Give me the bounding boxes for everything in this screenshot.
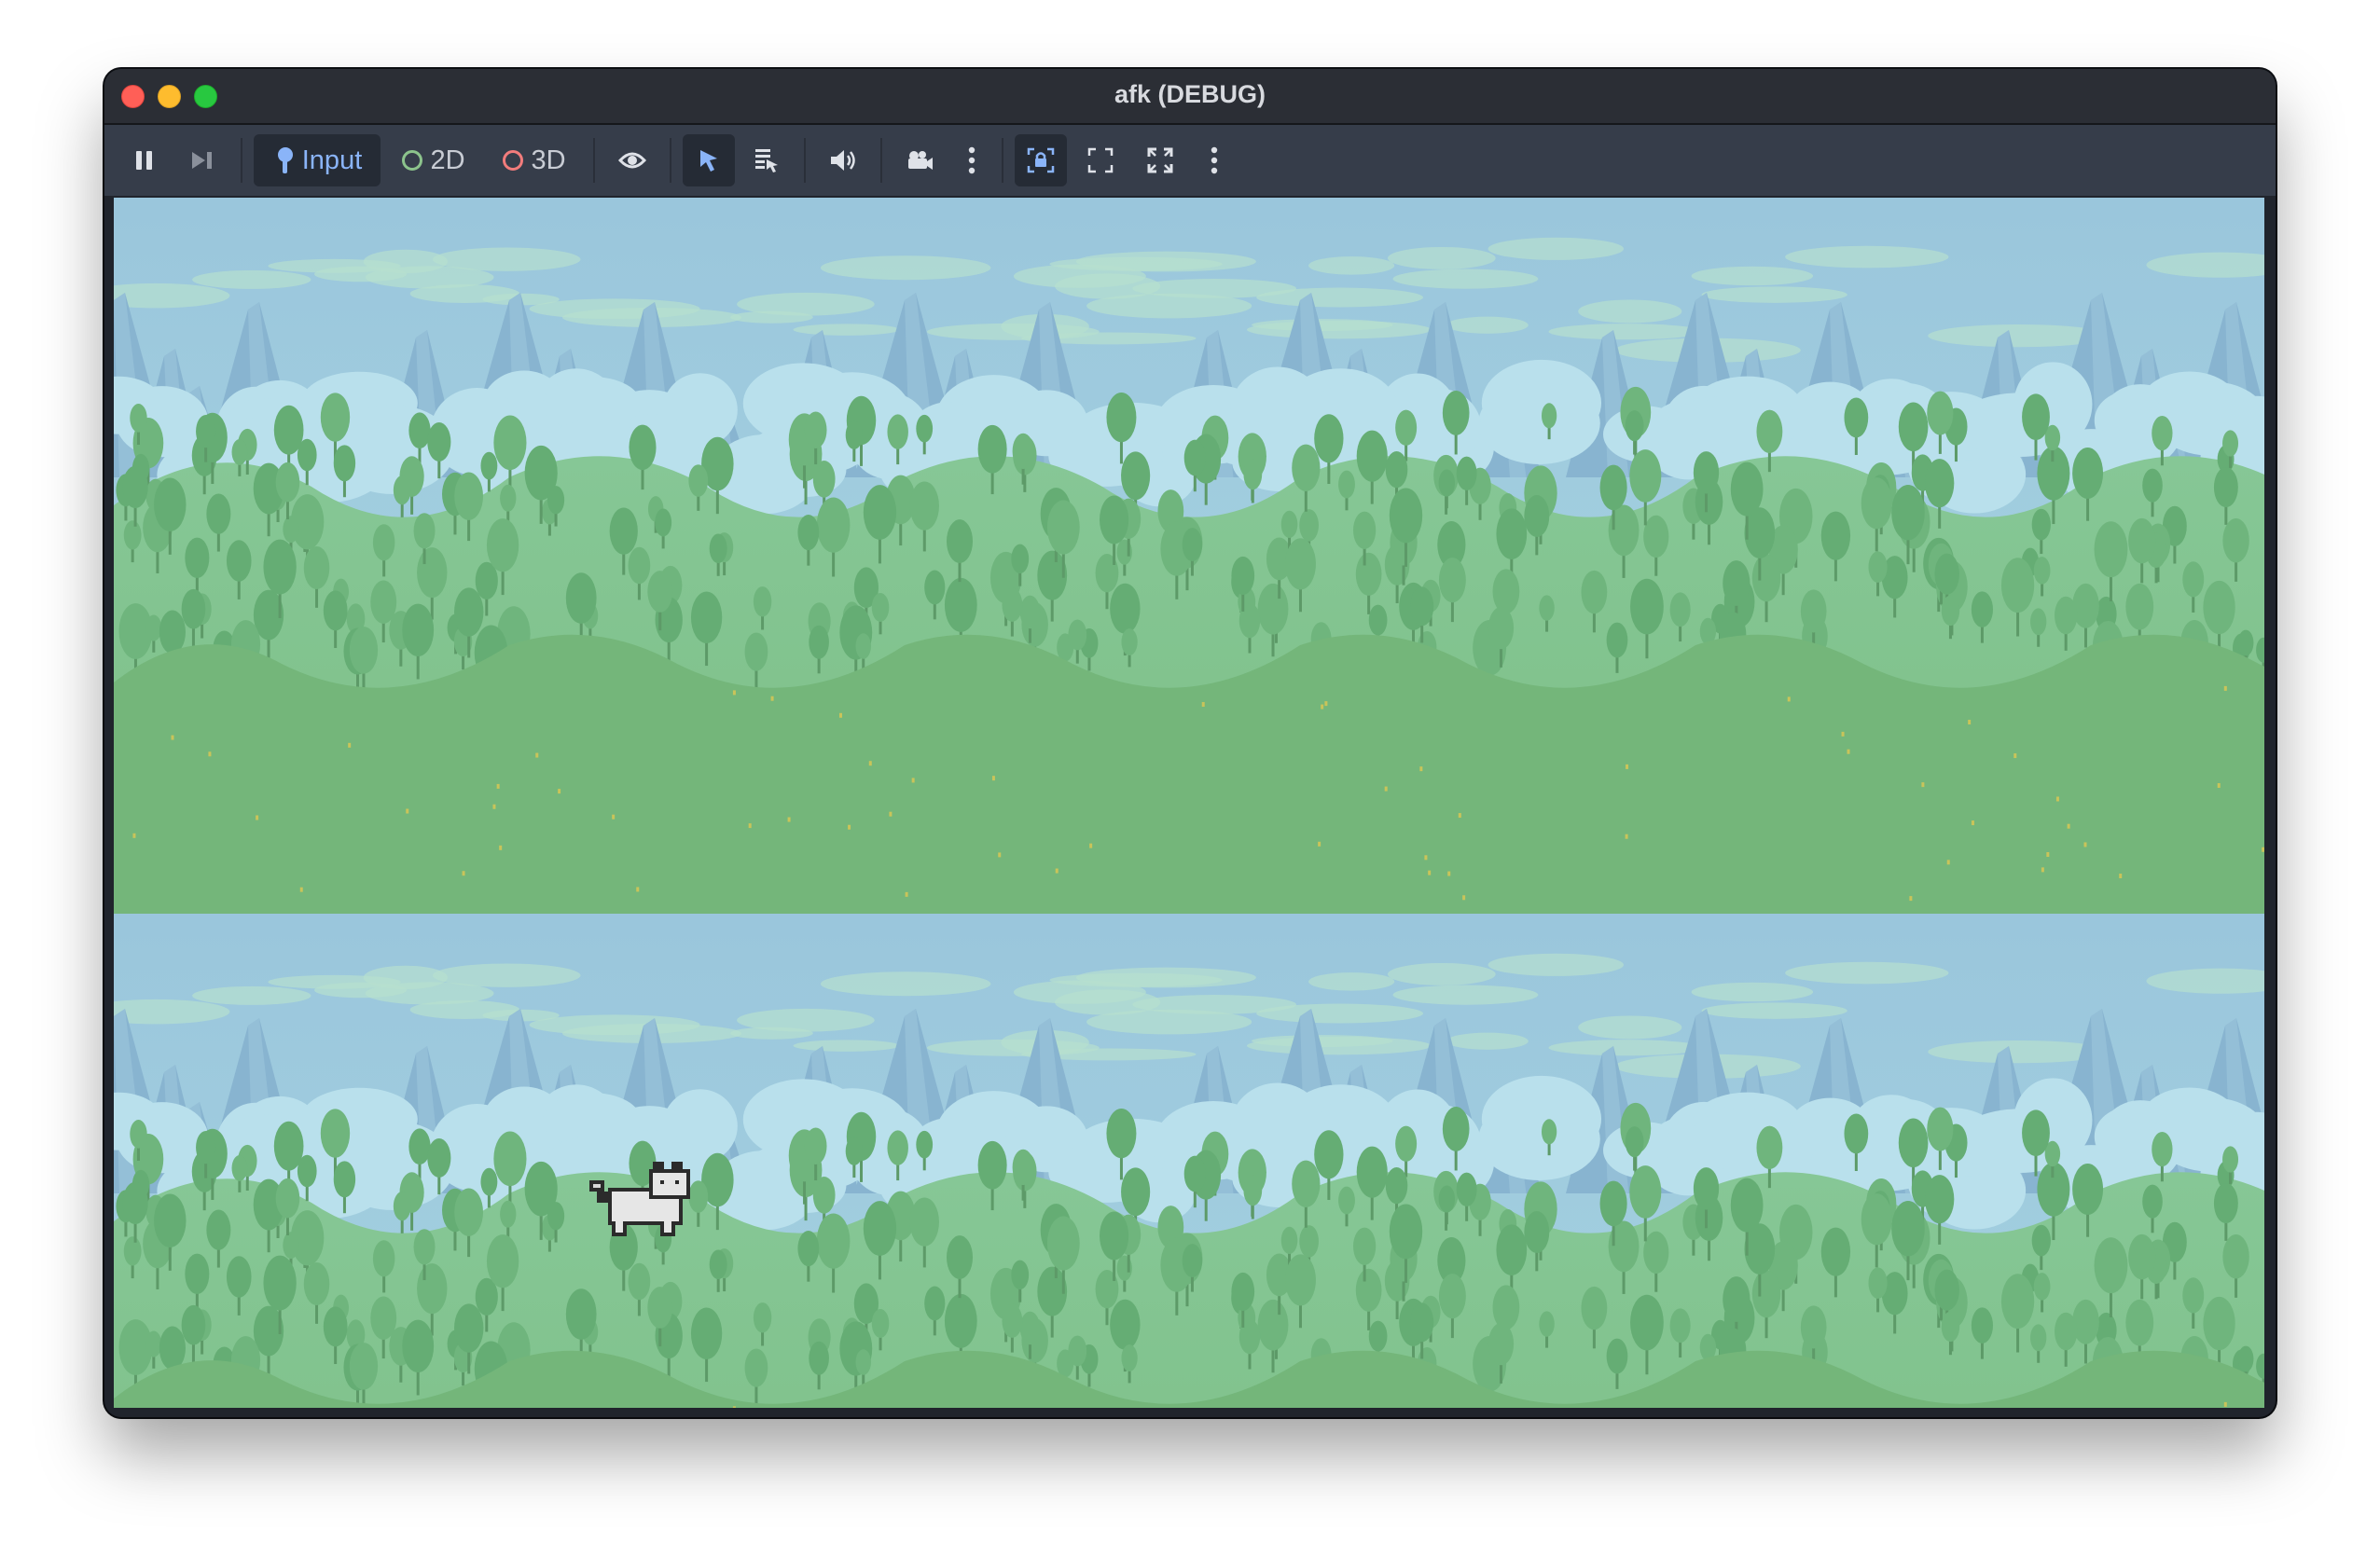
camera-icon (908, 151, 933, 170)
more-options-button[interactable] (953, 134, 990, 186)
toolbar-separator (593, 138, 595, 183)
forest-background (114, 198, 2264, 1408)
maximize-icon (1147, 147, 1173, 173)
visibility-button[interactable] (606, 134, 658, 186)
more-vertical-icon (1211, 146, 1218, 174)
toolbar-separator (880, 138, 882, 183)
mode-3d-button[interactable]: 3D (491, 134, 578, 186)
game-viewport[interactable] (114, 198, 2264, 1408)
joystick-icon (277, 147, 293, 173)
mode-2d-button[interactable]: 2D (390, 134, 477, 186)
next-frame-icon (192, 152, 212, 169)
cursor-icon (700, 150, 717, 172)
background-tile-bottom (114, 914, 2264, 1408)
background-tile-top (114, 198, 2264, 914)
keep-aspect-button[interactable] (1015, 134, 1067, 186)
camera-button[interactable] (893, 134, 946, 186)
select-mode-button[interactable] (683, 134, 735, 186)
input-label: Input (301, 145, 363, 175)
list-select-icon (755, 149, 778, 172)
debug-toolbar: Input 2D 3D (104, 125, 2276, 196)
lock-frame-icon (1027, 147, 1055, 173)
toolbar-separator (670, 138, 671, 183)
eye-icon (618, 152, 646, 169)
next-frame-button[interactable] (179, 134, 226, 186)
fullscreen-button[interactable] (1074, 134, 1127, 186)
pause-icon (136, 151, 152, 170)
game-window: afk (DEBUG) Input 2D 3D (104, 69, 2276, 1417)
mode-2d-label: 2D (430, 145, 465, 175)
speaker-icon (831, 150, 855, 171)
3d-mode-icon (503, 150, 524, 171)
list-select-button[interactable] (740, 134, 793, 186)
title-bar[interactable]: afk (DEBUG) (104, 69, 2276, 125)
more-vertical-icon (968, 146, 976, 174)
toolbar-separator (241, 138, 242, 183)
toolbar-separator (804, 138, 806, 183)
toolbar-separator (1002, 138, 1003, 183)
fullscreen-icon (1087, 147, 1114, 173)
pause-button[interactable] (121, 134, 168, 186)
maximize-view-button[interactable] (1134, 134, 1186, 186)
audio-button[interactable] (817, 134, 869, 186)
mode-3d-label: 3D (531, 145, 566, 175)
window-title: afk (DEBUG) (1114, 80, 1266, 108)
2d-mode-icon (402, 150, 423, 171)
input-toggle-button[interactable]: Input (254, 134, 381, 186)
more-options-button-2[interactable] (1196, 134, 1233, 186)
